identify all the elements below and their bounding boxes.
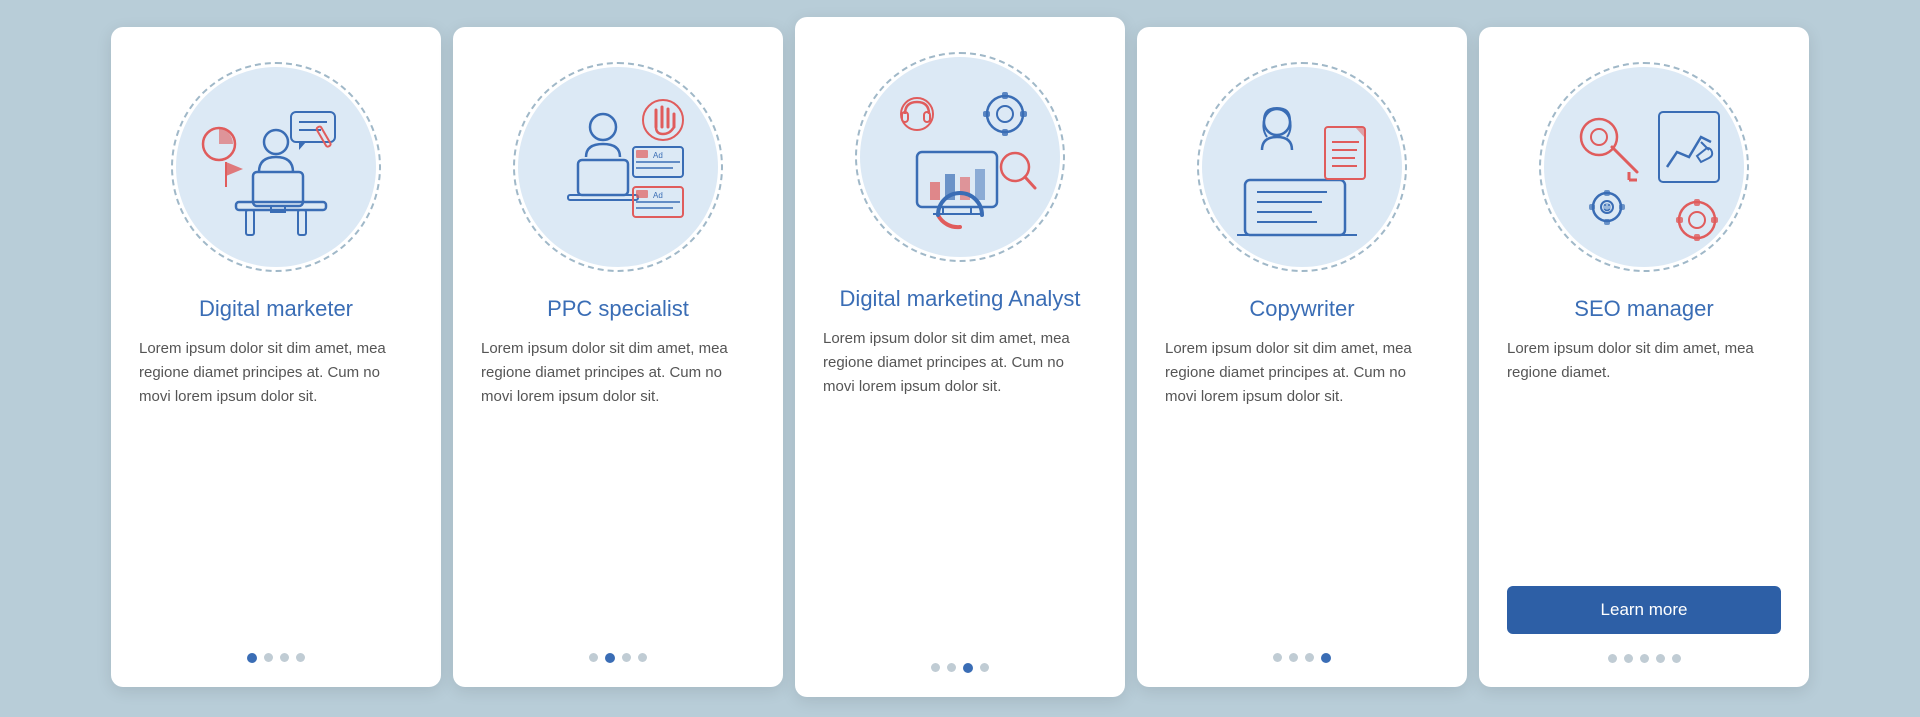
svg-text:Ad: Ad xyxy=(653,151,663,160)
card-title-1: Digital marketer xyxy=(199,295,353,324)
dot-5-5 xyxy=(1672,654,1681,663)
card-copywriter: Copywriter Lorem ipsum dolor sit dim ame… xyxy=(1137,27,1467,687)
icon-area-analyst xyxy=(850,47,1070,267)
card-text-5: Lorem ipsum dolor sit dim amet, mea regi… xyxy=(1507,337,1781,569)
dot-5-3 xyxy=(1640,654,1649,663)
dot-5-1 xyxy=(1608,654,1617,663)
dot-4-3 xyxy=(1305,653,1314,662)
dot-1-active xyxy=(247,653,257,663)
dots-row-3 xyxy=(931,663,989,673)
icon-area-seo xyxy=(1534,57,1754,277)
dot-3-2 xyxy=(947,663,956,672)
svg-text:Ad: Ad xyxy=(653,191,663,200)
learn-more-button[interactable]: Learn more xyxy=(1507,586,1781,634)
seo-manager-icon xyxy=(1549,72,1739,262)
card-title-5: SEO manager xyxy=(1574,295,1713,324)
card-text-2: Lorem ipsum dolor sit dim amet, mea regi… xyxy=(481,337,755,632)
dot-2-3 xyxy=(622,653,631,662)
copywriter-icon xyxy=(1207,72,1397,262)
dot-3-1 xyxy=(931,663,940,672)
icon-area-ppc: Ad Ad xyxy=(508,57,728,277)
dot-5-4 xyxy=(1656,654,1665,663)
dots-row-2 xyxy=(589,653,647,663)
icon-area-digital-marketer xyxy=(166,57,386,277)
cards-container: Digital marketer Lorem ipsum dolor sit d… xyxy=(81,0,1839,717)
dot-1-2 xyxy=(264,653,273,662)
card-text-3: Lorem ipsum dolor sit dim amet, mea regi… xyxy=(823,327,1097,642)
card-seo-manager: SEO manager Lorem ipsum dolor sit dim am… xyxy=(1479,27,1809,687)
dot-1-3 xyxy=(280,653,289,662)
dot-1-4 xyxy=(296,653,305,662)
dot-4-active xyxy=(1321,653,1331,663)
card-text-4: Lorem ipsum dolor sit dim amet, mea regi… xyxy=(1165,337,1439,632)
card-digital-marketing-analyst: Digital marketing Analyst Lorem ipsum do… xyxy=(795,17,1125,697)
dot-4-2 xyxy=(1289,653,1298,662)
card-digital-marketer: Digital marketer Lorem ipsum dolor sit d… xyxy=(111,27,441,687)
dot-3-active xyxy=(963,663,973,673)
card-title-4: Copywriter xyxy=(1249,295,1354,324)
digital-marketer-icon xyxy=(181,72,371,262)
analyst-icon xyxy=(865,62,1055,252)
dot-5-2 xyxy=(1624,654,1633,663)
card-ppc-specialist: Ad Ad PPC specialist Lorem ipsum dolor s… xyxy=(453,27,783,687)
dots-row-4 xyxy=(1273,653,1331,663)
dots-row-5 xyxy=(1608,654,1681,663)
dots-row-1 xyxy=(247,653,305,663)
dot-3-4 xyxy=(980,663,989,672)
icon-area-copywriter xyxy=(1192,57,1412,277)
dot-2-1 xyxy=(589,653,598,662)
dot-2-4 xyxy=(638,653,647,662)
ppc-specialist-icon: Ad Ad xyxy=(523,72,713,262)
card-text-1: Lorem ipsum dolor sit dim amet, mea regi… xyxy=(139,337,413,632)
dot-2-active xyxy=(605,653,615,663)
card-title-3: Digital marketing Analyst xyxy=(840,285,1081,314)
dot-4-1 xyxy=(1273,653,1282,662)
card-title-2: PPC specialist xyxy=(547,295,689,324)
